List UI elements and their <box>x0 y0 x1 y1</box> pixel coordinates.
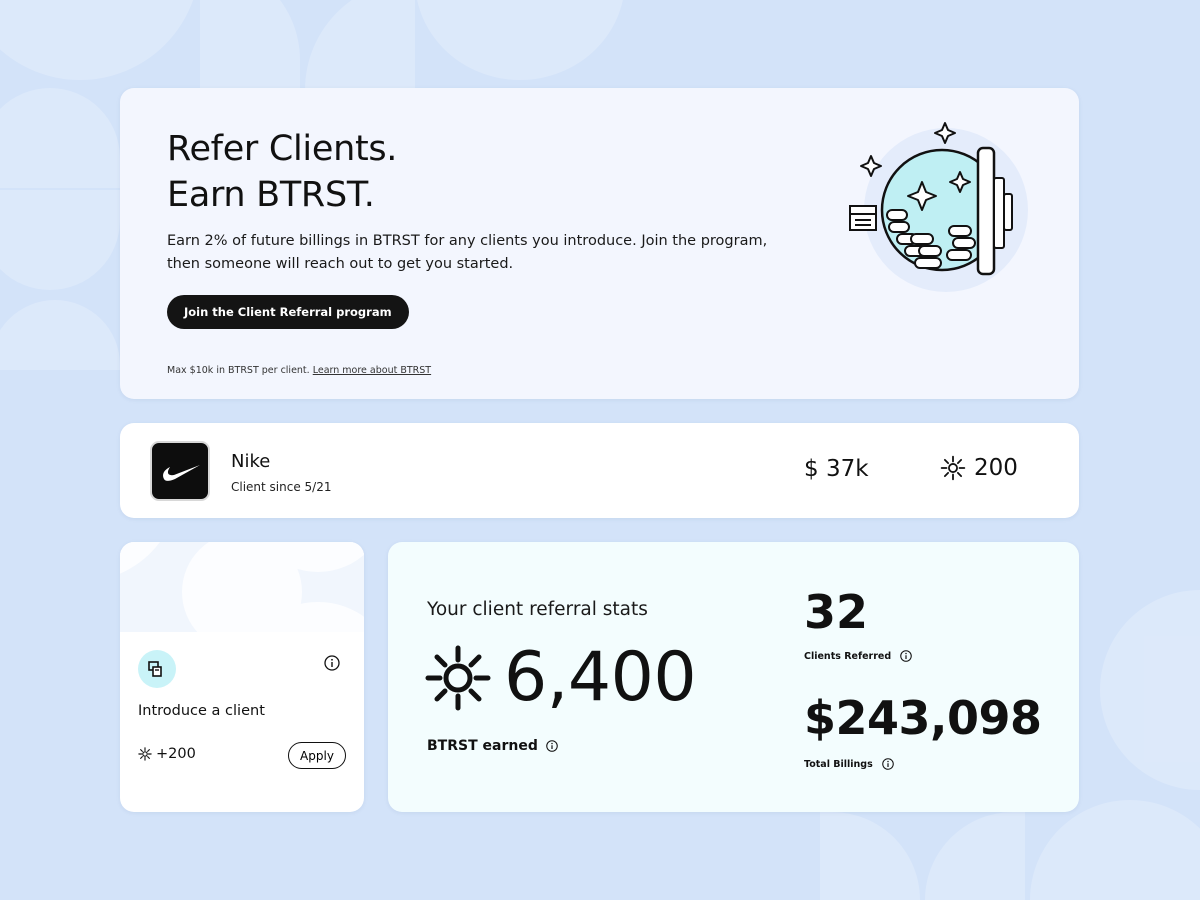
clients-referred-label: Clients Referred <box>804 650 912 662</box>
info-icon[interactable] <box>900 650 912 662</box>
btrst-earned-label: BTRST earned <box>427 738 558 754</box>
bg-shape <box>820 812 920 900</box>
bg-shape <box>0 300 120 370</box>
client-since: Client since 5/21 <box>231 480 332 494</box>
card-pattern <box>120 542 364 632</box>
btrst-earned-value: 6,400 <box>504 638 697 717</box>
btrst-token-icon <box>940 455 966 481</box>
total-billings-label: Total Billings <box>804 758 894 770</box>
bg-shape <box>0 190 120 290</box>
hero-title: Refer Clients. Earn BTRST. <box>167 129 398 215</box>
stats-heading: Your client referral stats <box>427 599 648 620</box>
info-icon[interactable] <box>881 758 894 770</box>
bg-shape <box>0 88 120 188</box>
bg-shape <box>200 0 300 90</box>
introduce-client-title: Introduce a client <box>138 703 265 719</box>
btrst-earned-row: 6,400 <box>424 638 697 717</box>
bg-shape <box>305 0 415 90</box>
bg-shape <box>1100 590 1200 790</box>
clients-referred-value: 32 <box>804 585 869 639</box>
client-btrst-value: 200 <box>974 455 1018 481</box>
fine-print-text: Max $10k in BTRST per client. <box>167 365 310 376</box>
reward-value: +200 <box>156 746 196 762</box>
bg-shape <box>0 0 200 80</box>
bg-shape <box>415 0 625 80</box>
total-billings-value: $243,098 <box>804 691 1042 745</box>
client-name: Nike <box>231 451 271 472</box>
client-btrst: 200 <box>940 455 1018 481</box>
referral-stats-card: Your client referral stats 6,400 BTRST e… <box>388 542 1079 812</box>
handshake-icon <box>138 650 176 688</box>
apply-button[interactable]: Apply <box>288 742 346 769</box>
vault-stars-illustration <box>849 122 1028 292</box>
bg-shape <box>925 812 1025 900</box>
join-referral-program-button[interactable]: Join the Client Referral program <box>167 295 409 329</box>
learn-more-link[interactable]: Learn more about BTRST <box>313 365 431 376</box>
bg-shape <box>1030 800 1200 900</box>
client-billing: $ 37k <box>804 456 869 482</box>
hero-description: Earn 2% of future billings in BTRST for … <box>167 233 768 272</box>
swoosh-icon <box>163 465 200 481</box>
introduce-client-card: Introduce a client +200 Apply <box>120 542 364 812</box>
referral-hero-card: Refer Clients. Earn BTRST. Earn 2% of fu… <box>120 88 1079 399</box>
client-row[interactable]: Nike Client since 5/21 $ 37k 200 <box>120 423 1079 518</box>
reward: +200 <box>138 746 196 762</box>
info-icon[interactable] <box>546 740 558 752</box>
nike-logo-icon <box>150 441 210 501</box>
btrst-token-icon <box>425 645 491 711</box>
fine-print: Max $10k in BTRST per client. Learn more… <box>167 365 431 376</box>
info-icon[interactable] <box>324 655 340 671</box>
btrst-token-icon <box>138 747 152 761</box>
